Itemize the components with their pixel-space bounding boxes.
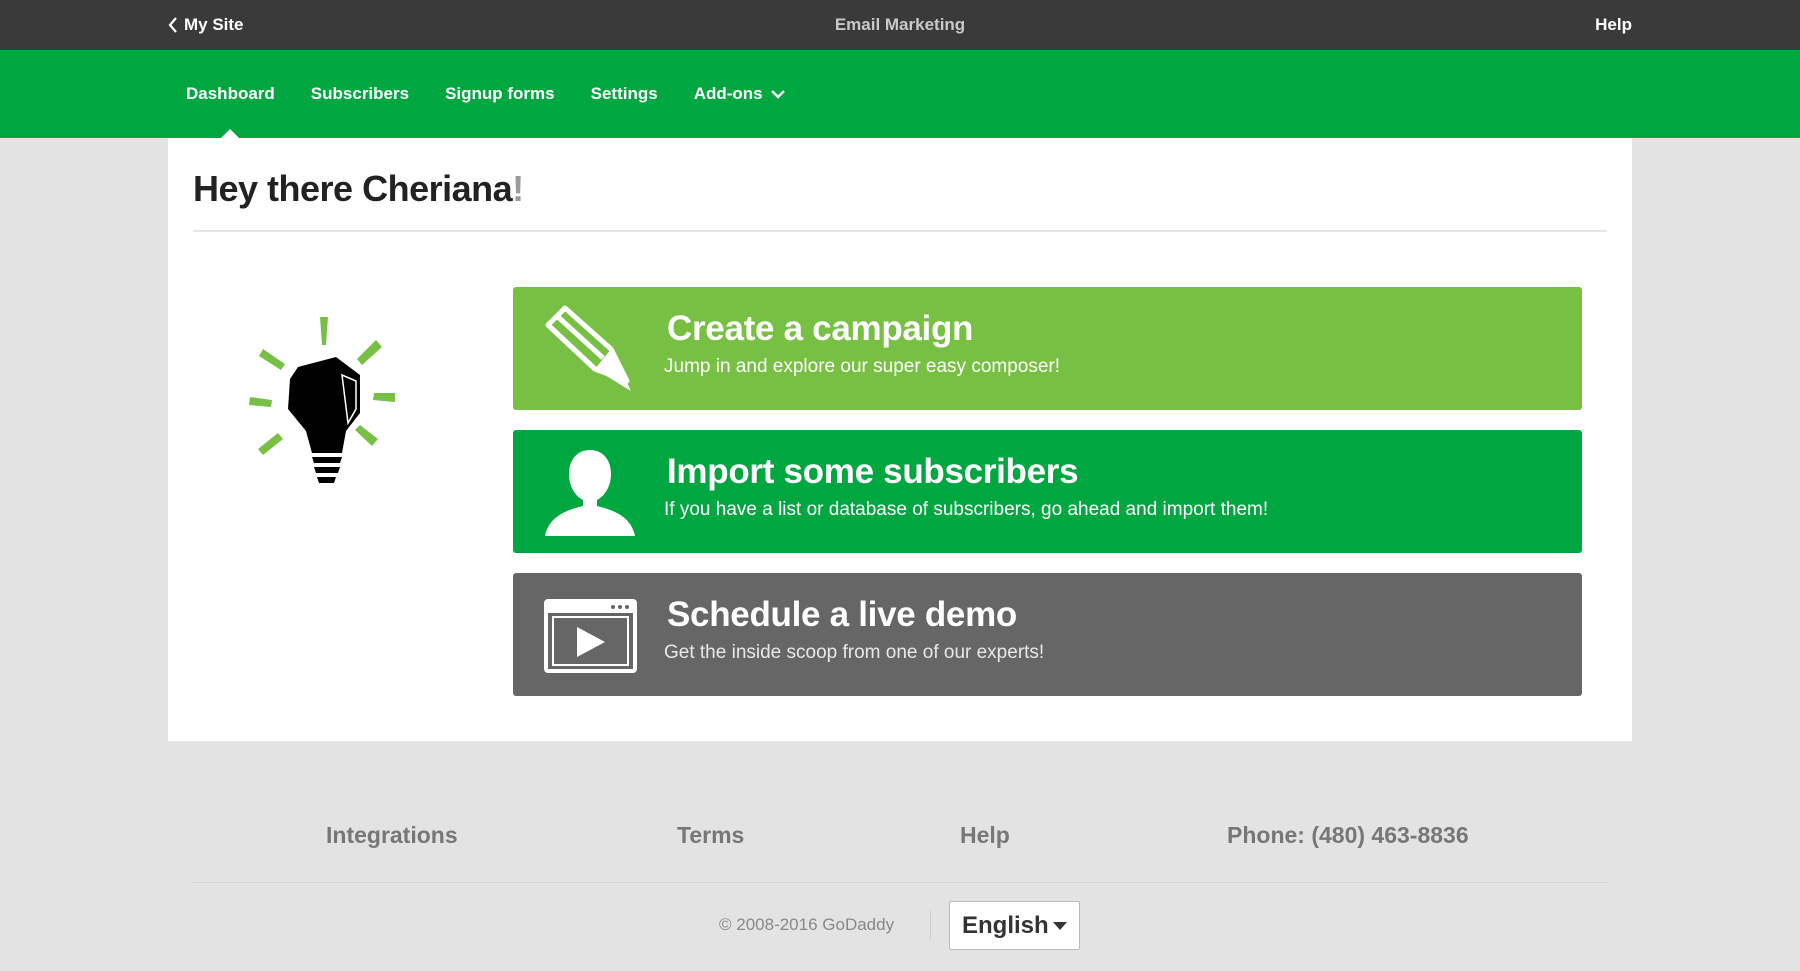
top-bar: My Site Email Marketing Help [0,0,1800,50]
footer-divider [193,882,1607,883]
action-subtitle: Jump in and explore our super easy compo… [664,356,1061,377]
tab-label: Subscribers [310,84,410,103]
action-subtitle: If you have a list or database of subscr… [664,499,1269,520]
greeting-text: Hey there Cheriana [193,168,513,209]
main-nav: Dashboard Subscribers Signup forms Setti… [0,50,1800,138]
tab-subscribers[interactable]: Subscribers [293,50,427,138]
action-title: Schedule a live demo [667,595,1017,634]
action-subtitle: Get the inside scoop from one of our exp… [664,642,1045,663]
footer-link-help[interactable]: Help [960,822,1010,849]
page-title: Hey there Cheriana! [193,168,524,210]
schedule-demo-button[interactable]: Schedule a live demo Get the inside scoo… [513,573,1582,696]
help-link[interactable]: Help [1595,0,1632,50]
back-to-my-site-link[interactable]: My Site [168,0,244,50]
footer-links: Integrations Terms Help Phone: (480) 463… [0,822,1800,862]
back-label: My Site [184,15,244,34]
tab-label: Signup forms [445,84,555,103]
footer-link-terms[interactable]: Terms [677,822,744,849]
video-player-icon [544,599,637,673]
chevron-down-icon [770,90,785,99]
import-subscribers-button[interactable]: Import some subscribers If you have a li… [513,430,1582,553]
pencil-icon [545,305,631,391]
tab-label: Dashboard [186,84,275,103]
app-title: Email Marketing [834,15,966,34]
person-icon [545,450,635,536]
tab-dashboard[interactable]: Dashboard [168,50,293,138]
language-selected-value: English [962,911,1049,939]
tab-settings[interactable]: Settings [573,50,676,138]
caret-down-icon [1053,922,1067,930]
greeting-punctuation: ! [512,168,524,209]
lightbulb-icon [249,317,395,483]
create-campaign-button[interactable]: Create a campaign Jump in and explore ou… [513,287,1582,410]
dashboard-card: Hey there Cheriana! Create a campaign Ju… [168,138,1632,741]
tab-label: Settings [590,84,658,103]
footer-link-integrations[interactable]: Integrations [326,822,458,849]
copyright-text: © 2008-2016 GoDaddy [719,915,895,934]
chevron-left-icon [168,17,177,33]
tab-add-ons[interactable]: Add-ons [676,50,803,138]
language-select[interactable]: English [949,901,1080,950]
action-title: Create a campaign [667,309,974,348]
action-title: Import some subscribers [667,452,1079,491]
tab-label: Add-ons [693,84,763,103]
footer-phone[interactable]: Phone: (480) 463-8836 [1227,822,1469,849]
tab-signup-forms[interactable]: Signup forms [427,50,573,138]
title-divider [193,230,1607,232]
footer-separator [930,910,931,940]
